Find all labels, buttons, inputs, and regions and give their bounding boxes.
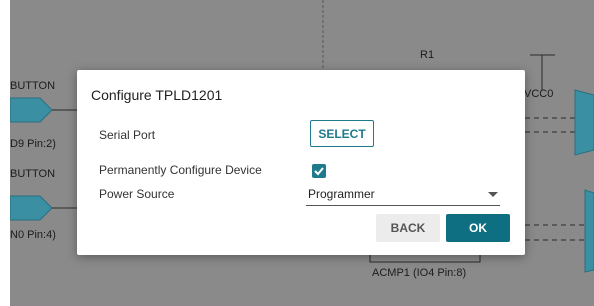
component-bottom	[584, 189, 594, 273]
vcc0-label: VCC0	[524, 88, 554, 100]
power-source-select[interactable]: Programmer	[306, 185, 500, 206]
pin-label-bottom: N0 Pin:4)	[10, 229, 56, 241]
button-label-top: BUTTON	[10, 80, 56, 92]
permanent-configure-checkbox[interactable]	[312, 164, 326, 178]
button-label-bottom: BUTTON	[10, 168, 56, 180]
pin-label-top: D9 Pin:2)	[10, 138, 56, 150]
dialog-title: Configure TPLD1201	[91, 87, 223, 103]
power-source-value: Programmer	[308, 187, 375, 201]
select-button[interactable]: SELECT	[310, 120, 374, 147]
ok-button[interactable]: OK	[446, 214, 510, 242]
back-button[interactable]: BACK	[376, 214, 440, 242]
r1-label: R1	[420, 49, 435, 61]
power-source-label: Power Source	[99, 187, 175, 201]
check-icon	[314, 167, 324, 176]
component-top	[574, 89, 594, 156]
serial-port-label: Serial Port	[99, 128, 156, 142]
pin-shape-top	[10, 97, 53, 123]
acmp1-label: ACMP1 (IO4 Pin:8)	[372, 267, 467, 279]
pin-shape-bottom	[10, 195, 53, 221]
permanent-configure-label: Permanently Configure Device	[99, 163, 262, 177]
configure-dialog: Configure TPLD1201 Serial Port SELECT Pe…	[77, 70, 525, 255]
caret-down-icon	[488, 192, 498, 197]
